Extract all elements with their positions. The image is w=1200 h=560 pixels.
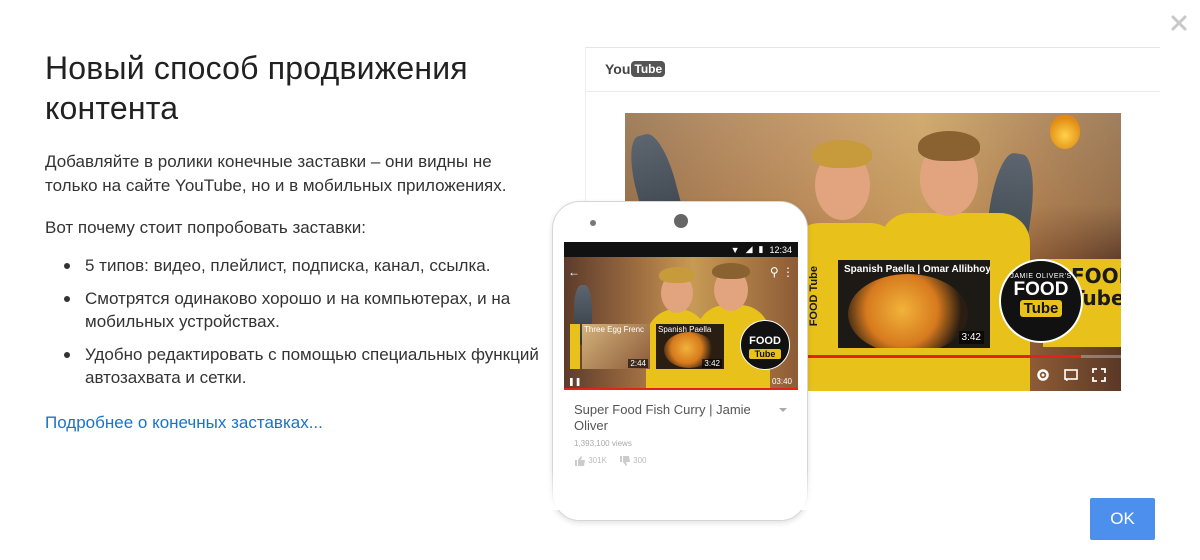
phone-rating-row: 301K 300	[564, 448, 798, 466]
phone-camera	[674, 214, 688, 228]
close-icon	[1171, 15, 1187, 31]
status-time: 12:34	[769, 244, 792, 255]
phone-endcard-video-duration: 3:42	[702, 359, 722, 368]
why-heading: Вот почему стоит попробовать заставки:	[45, 218, 366, 237]
phone-endcard-video-title: Spanish Paella	[658, 325, 712, 334]
endcard-channel-banner: FOOD Tube	[806, 260, 833, 348]
phone-channel-endcard: FOOD Tube	[740, 320, 790, 370]
cast-icon	[1063, 367, 1079, 383]
desktop-player-controls	[1035, 367, 1107, 383]
benefits-list: 5 типов: видео, плейлист, подписка, кана…	[45, 254, 545, 389]
like-count: 301K	[588, 456, 607, 466]
endcard-banner-text: FOOD Tube	[808, 266, 820, 327]
channel-circle-big: FOOD	[1013, 279, 1069, 300]
endcard-video: Spanish Paella | Omar Allibhoy 3:42	[838, 260, 990, 348]
dialog-description: Добавляйте в ролики конечные заставки – …	[45, 152, 507, 195]
dialog-title: Новый способ продвижения контента	[45, 50, 468, 126]
presenter-graphic	[880, 123, 1030, 391]
phone-endcard-video: Three Egg Frenc 2:44	[582, 324, 650, 369]
phone-player-controls: ❚❚ 03:40	[568, 377, 792, 386]
phone-endcard-video-duration: 2:44	[628, 359, 648, 368]
youtube-logo-tube: Tube	[631, 61, 666, 77]
phone-player-top-controls: ← ⚲ ⋮	[568, 265, 794, 279]
benefit-item: 5 типов: видео, плейлист, подписка, кана…	[45, 254, 545, 277]
youtube-logo: You Tube	[605, 61, 666, 77]
phone-channel-endcard-tube: Tube	[749, 349, 781, 359]
channel-subscribe-endcard: JAMIE OLIVER'S FOOD Tube	[999, 259, 1083, 343]
back-arrow-icon: ←	[568, 265, 580, 279]
lamp-graphic	[1050, 115, 1080, 149]
wifi-icon: ▼	[730, 244, 740, 255]
benefit-item: Удобно редактировать с помощью специальн…	[45, 343, 545, 389]
dialog-content: Новый способ продвижения контента Добавл…	[45, 48, 545, 435]
phone-channel-endcard-text: FOOD	[749, 335, 781, 347]
phone-endcard-banner	[570, 324, 580, 369]
phone-video-title: Super Food Fish Curry | Jamie Oliver	[574, 402, 751, 433]
phone-sensor	[590, 220, 596, 226]
phone-video-info: Super Food Fish Curry | Jamie Oliver	[564, 390, 798, 434]
endcard-video-duration: 3:42	[958, 331, 984, 344]
battery-icon: ▮	[758, 244, 764, 254]
signal-icon: ◢	[745, 244, 753, 254]
youtube-logo-you: You	[605, 61, 631, 77]
endcard-video-title: Spanish Paella | Omar Allibhoy	[844, 264, 990, 275]
phone-view-count: 1,393,100 views	[574, 439, 632, 448]
end-screens-dialog: Новый способ продвижения контента Добавл…	[0, 0, 1200, 560]
pause-icon: ❚❚	[568, 377, 582, 386]
thumbs-down-icon	[619, 456, 631, 466]
benefit-item: Смотрятся одинаково хорошо и на компьюте…	[45, 287, 545, 333]
phone-status-bar: ▼ ◢ ▮ 12:34	[564, 242, 798, 257]
learn-more-link[interactable]: Подробнее о конечных заставках...	[45, 411, 323, 435]
dislike-count: 300	[633, 456, 647, 466]
phone-video-player: ← ⚲ ⋮ Three Egg Frenc 2:44 Spanish Paell…	[564, 257, 798, 390]
chevron-down-icon	[779, 408, 787, 412]
desktop-header: You Tube	[586, 48, 1160, 92]
ok-button[interactable]: OK	[1090, 498, 1155, 540]
settings-icon	[1035, 367, 1051, 383]
phone-endcard-video: Spanish Paella 3:42	[656, 324, 724, 369]
fullscreen-icon	[1091, 367, 1107, 383]
close-button[interactable]	[1168, 12, 1190, 34]
channel-circle-tube: Tube	[1019, 300, 1063, 317]
phone-elapsed-time: 03:40	[771, 377, 792, 386]
search-icon: ⚲ ⋮	[769, 265, 794, 279]
phone-endcard-video-title: Three Egg Frenc	[584, 325, 645, 334]
thumbs-up-icon	[574, 456, 586, 466]
